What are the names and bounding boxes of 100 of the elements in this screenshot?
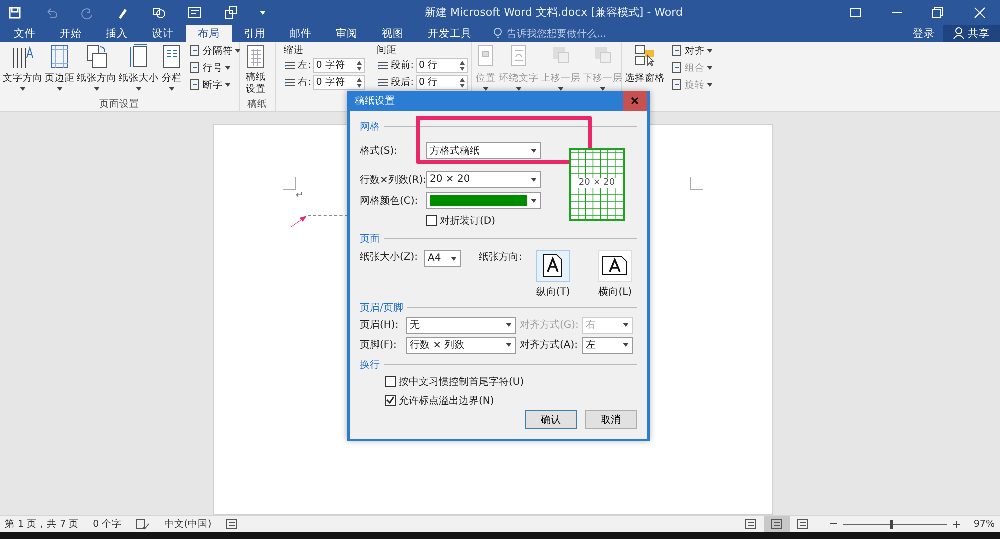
section-title: 网格: [360, 120, 380, 134]
format-dropdown[interactable]: 方格式稿纸: [426, 142, 541, 159]
section-label: 间距: [376, 44, 398, 56]
color-dropdown[interactable]: [426, 192, 541, 209]
close-icon: [974, 6, 986, 18]
group-label: 页面设置: [98, 98, 140, 111]
ribbon-button[interactable]: 纸张大小: [119, 44, 159, 98]
spacing-icon: [284, 76, 296, 88]
share-button[interactable]: 共享: [943, 25, 1000, 42]
caret-icon: [506, 323, 512, 327]
ribbon-tab[interactable]: 文件: [2, 25, 48, 42]
spin-field[interactable]: 0 字符: [313, 75, 366, 90]
orientation-label: 纵向(T): [536, 286, 570, 299]
group-label: 稿纸: [246, 98, 268, 111]
grid-preview: 20 × 20: [569, 148, 625, 221]
ribbon-tab[interactable]: 引用: [232, 25, 278, 42]
ribbon-button[interactable]: 断字: [189, 78, 241, 92]
ribbon-display-icon: [850, 8, 862, 18]
dropdown[interactable]: 无: [406, 316, 516, 334]
ribbon-button[interactable]: 文字方向: [3, 44, 43, 98]
field-label: 段前:: [390, 59, 414, 72]
copy-icon: [224, 6, 238, 20]
ribbon-button[interactable]: 分隔符: [189, 44, 241, 58]
spin-arrows-icon: [357, 60, 362, 70]
size-dropdown[interactable]: 20 × 20: [426, 171, 541, 188]
zoom-in-icon: [952, 520, 960, 528]
person-icon: [953, 27, 965, 40]
sign-in-link[interactable]: 登录: [905, 25, 943, 42]
spin-field[interactable]: 0 行: [416, 75, 468, 90]
macro-icon: [226, 518, 238, 530]
zoom-thumb[interactable]: [890, 520, 893, 528]
spin-field[interactable]: 0 行: [416, 58, 468, 73]
dialog-button[interactable]: 确认: [525, 410, 577, 429]
ribbon-tab[interactable]: 布局: [186, 25, 232, 42]
restore-icon: [932, 6, 944, 18]
margins-icon: [49, 44, 71, 70]
ribbon-tab[interactable]: 设计: [140, 25, 186, 42]
paper-size-dropdown[interactable]: A4: [424, 250, 461, 267]
ribbon-button[interactable]: 稿纸设置: [243, 44, 269, 98]
dialog-title: 稿纸设置: [354, 94, 395, 108]
word-count[interactable]: 0 个字: [93, 518, 122, 530]
field-label: 对齐方式(G):: [520, 318, 578, 332]
spacing-icon: [376, 60, 389, 72]
read-mode-icon: [744, 518, 757, 530]
orientation-button[interactable]: [536, 250, 570, 282]
field-label: 页脚(F):: [360, 338, 398, 352]
field-label: 纸张方向:: [479, 250, 522, 264]
close-button[interactable]: [623, 91, 647, 111]
spin-arrows-icon: [460, 78, 465, 88]
spin-arrows-icon: [357, 78, 362, 88]
view-button[interactable]: [764, 516, 790, 532]
ribbon-button[interactable]: 纸张方向: [77, 44, 117, 98]
section-title: 页面: [360, 232, 380, 246]
checkbox[interactable]: [385, 376, 396, 387]
portrait-page-icon: [543, 254, 564, 278]
field-label: 右:: [298, 76, 312, 89]
caret-icon: [531, 178, 537, 182]
ribbon-button[interactable]: 页边距: [45, 44, 75, 98]
save-icon: [8, 6, 22, 20]
caret-icon: [623, 323, 629, 327]
caret-icon: [451, 256, 457, 260]
lightbulb-icon: [492, 27, 504, 40]
spin-field[interactable]: 0 字符: [313, 58, 366, 73]
ribbon-tab[interactable]: 开发工具: [416, 25, 484, 42]
minimize-icon: [892, 12, 902, 14]
ribbon-tab[interactable]: 视图: [370, 25, 416, 42]
proofing-icon: [136, 518, 150, 530]
redo-icon: [80, 6, 94, 20]
ribbon-tab[interactable]: 开始: [48, 25, 94, 42]
section-label: 缩进: [284, 44, 305, 56]
checkbox-label: 按中文习惯控制首尾字符(U): [399, 376, 524, 388]
page-count[interactable]: 第 1 页，共 7 页: [5, 518, 80, 530]
spin-arrows-icon: [460, 60, 465, 70]
checkbox[interactable]: [426, 215, 437, 226]
ribbon-tab[interactable]: 插入: [94, 25, 140, 42]
checkbox-label: 对折装订(D): [440, 214, 496, 228]
dropdown[interactable]: 行数 × 列数: [406, 336, 516, 354]
language[interactable]: 中文(中国): [164, 518, 212, 530]
ribbon-tab[interactable]: 邮件: [278, 25, 324, 42]
orientation-label: 横向(L): [598, 286, 632, 299]
ribbon-button[interactable]: 选择窗格: [625, 44, 665, 111]
print-layout-icon: [770, 518, 783, 530]
ribbon-tab[interactable]: 审阅: [324, 25, 370, 42]
checkbox-label: 允许标点溢出边界(N): [399, 394, 494, 408]
ribbon-button[interactable]: 对齐: [671, 44, 713, 58]
align-dropdown[interactable]: 左: [582, 336, 633, 354]
zoom-level[interactable]: 97%: [974, 518, 995, 530]
ribbon-button[interactable]: 分栏: [161, 44, 183, 98]
caret-icon: [531, 148, 537, 152]
dialog-button[interactable]: 取消: [585, 410, 637, 429]
paragraph-mark: ↵: [296, 191, 304, 201]
corner-mark: [690, 177, 703, 190]
form-icon: [188, 6, 202, 20]
checkbox[interactable]: [385, 395, 396, 406]
field-label: 格式(S):: [360, 144, 398, 158]
ribbon-button[interactable]: 行号: [189, 61, 241, 75]
close-icon: [631, 97, 639, 105]
tell-me-field[interactable]: 告诉我您想要做什么...: [507, 26, 607, 40]
section-title: 换行: [360, 358, 380, 372]
orientation-button[interactable]: [598, 250, 632, 282]
